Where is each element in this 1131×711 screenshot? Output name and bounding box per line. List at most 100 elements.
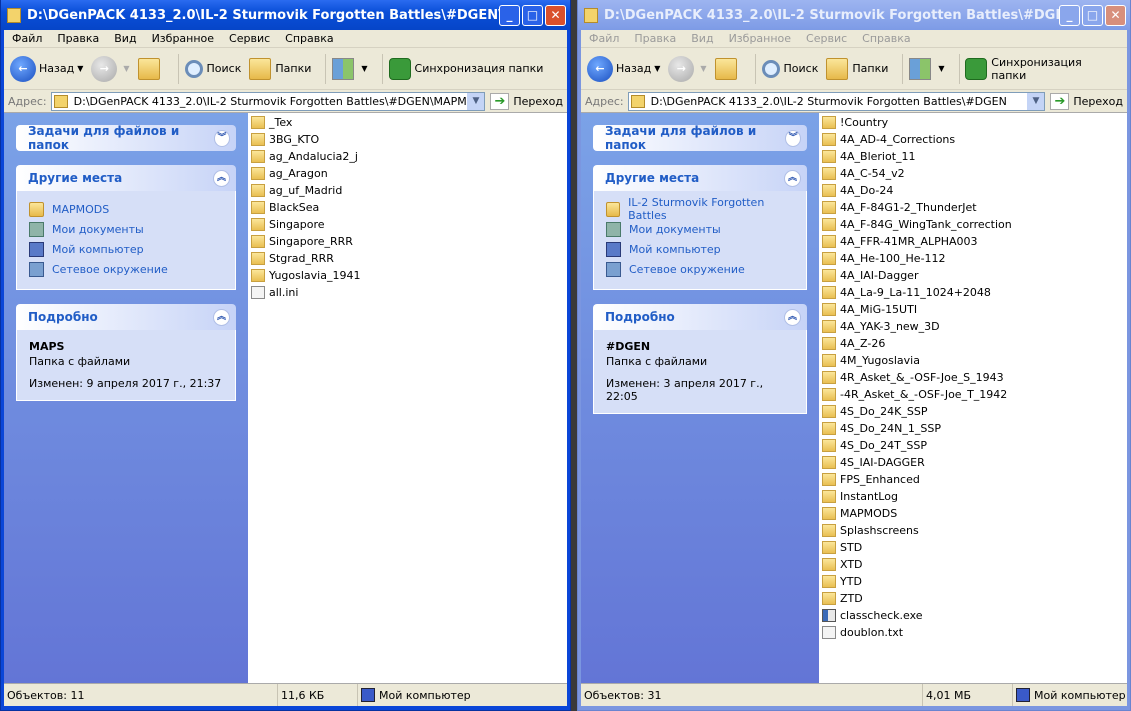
- file-list-item[interactable]: 4A_AD-4_Corrections: [819, 131, 1127, 148]
- other-place-link[interactable]: Мой компьютер: [29, 239, 223, 259]
- up-folder-button[interactable]: [137, 57, 164, 80]
- chevron-down-icon[interactable]: ▼: [1027, 92, 1045, 110]
- file-list-item[interactable]: 4S_Do_24K_SSP: [819, 403, 1127, 420]
- views-button[interactable]: ▼: [909, 57, 945, 80]
- file-list-item[interactable]: 4S_IAI-DAGGER: [819, 454, 1127, 471]
- menu-item[interactable]: Сервис: [229, 32, 270, 45]
- file-list-item[interactable]: MAPMODS: [819, 505, 1127, 522]
- file-list-item[interactable]: 4A_Do-24: [819, 182, 1127, 199]
- file-list-item[interactable]: 4M_Yugoslavia: [819, 352, 1127, 369]
- details-header[interactable]: Подробно ︽: [16, 304, 236, 330]
- go-button[interactable]: ➔ Переход: [1050, 92, 1123, 110]
- up-folder-button[interactable]: [714, 57, 741, 80]
- file-list-item[interactable]: -4R_Asket_&_-OSF-Joe_T_1942: [819, 386, 1127, 403]
- tasks-panel-header[interactable]: Задачи для файлов и папок ︾: [593, 124, 807, 152]
- file-list-item[interactable]: 4A_La-9_La-11_1024+2048: [819, 284, 1127, 301]
- other-places-header[interactable]: Другие места ︽: [16, 165, 236, 191]
- file-list-item[interactable]: 4A_F-84G_WingTank_correction: [819, 216, 1127, 233]
- views-button[interactable]: ▼: [332, 57, 368, 80]
- close-button[interactable]: ✕: [1105, 4, 1126, 26]
- menu-item[interactable]: Справка: [285, 32, 333, 45]
- folders-button[interactable]: Папки: [249, 57, 311, 80]
- minimize-button[interactable]: _: [1059, 4, 1080, 26]
- file-list-item[interactable]: 4A_C-54_v2: [819, 165, 1127, 182]
- file-list-item[interactable]: ag_uf_Madrid: [248, 182, 567, 199]
- other-place-link[interactable]: Сетевое окружение: [606, 259, 794, 279]
- file-list-item[interactable]: 4R_Asket_&_-OSF-Joe_S_1943: [819, 369, 1127, 386]
- menu-item[interactable]: Избранное: [729, 32, 791, 45]
- address-input[interactable]: D:\DGenPACK 4133_2.0\IL-2 Sturmovik Forg…: [627, 91, 1046, 111]
- expand-icon[interactable]: ︾: [213, 129, 230, 147]
- file-list-item[interactable]: 4S_Do_24T_SSP: [819, 437, 1127, 454]
- title-bar[interactable]: D:\DGenPACK 4133_2.0\IL-2 Sturmovik Forg…: [1, 0, 570, 30]
- collapse-icon[interactable]: ︽: [213, 169, 230, 187]
- chevron-down-icon[interactable]: ▼: [700, 64, 706, 73]
- menu-item[interactable]: Избранное: [152, 32, 214, 45]
- other-places-header[interactable]: Другие места ︽: [593, 165, 807, 191]
- file-list-item[interactable]: Singapore_RRR: [248, 233, 567, 250]
- minimize-button[interactable]: _: [499, 4, 520, 26]
- file-list-item[interactable]: !Country: [819, 114, 1127, 131]
- file-list-item[interactable]: 3BG_KTO: [248, 131, 567, 148]
- sync-folder-button[interactable]: Синхронизация папки: [388, 57, 543, 80]
- go-button[interactable]: ➔ Переход: [490, 92, 563, 110]
- file-list-item[interactable]: 4A_He-100_He-112: [819, 250, 1127, 267]
- file-list-item[interactable]: all.ini: [248, 284, 567, 301]
- file-list-item[interactable]: ag_Aragon: [248, 165, 567, 182]
- forward-button[interactable]: → ▼: [668, 55, 707, 82]
- tasks-panel-header[interactable]: Задачи для файлов и папок ︾: [16, 124, 236, 152]
- search-button[interactable]: Поиск: [184, 59, 241, 78]
- file-list-item[interactable]: 4A_FFR-41MR_ALPHA003: [819, 233, 1127, 250]
- details-header[interactable]: Подробно ︽: [593, 304, 807, 330]
- close-button[interactable]: ✕: [545, 4, 566, 26]
- maximize-button[interactable]: □: [522, 4, 543, 26]
- file-list-item[interactable]: Singapore: [248, 216, 567, 233]
- file-list-item[interactable]: XTD: [819, 556, 1127, 573]
- file-list-item[interactable]: Yugoslavia_1941: [248, 267, 567, 284]
- file-list[interactable]: !Country 4A_AD-4_Corrections 4A_Bleriot_11…: [819, 113, 1127, 683]
- address-input[interactable]: D:\DGenPACK 4133_2.0\IL-2 Sturmovik Forg…: [50, 91, 486, 111]
- chevron-down-icon[interactable]: ▼: [77, 64, 83, 73]
- file-list-item[interactable]: BlackSea: [248, 199, 567, 216]
- file-list-item[interactable]: 4A_F-84G1-2_ThunderJet: [819, 199, 1127, 216]
- file-list-item[interactable]: 4A_MiG-15UTI: [819, 301, 1127, 318]
- back-button[interactable]: ← Назад ▼: [587, 55, 660, 82]
- file-list-item[interactable]: ag_Andalucia2_j: [248, 148, 567, 165]
- file-list-item[interactable]: 4A_IAI-Dagger: [819, 267, 1127, 284]
- file-list-item[interactable]: InstantLog: [819, 488, 1127, 505]
- menu-item[interactable]: Файл: [12, 32, 42, 45]
- file-list-item[interactable]: Stgrad_RRR: [248, 250, 567, 267]
- file-list-item[interactable]: 4A_Z-26: [819, 335, 1127, 352]
- collapse-icon[interactable]: ︽: [784, 169, 801, 187]
- menu-item[interactable]: Вид: [691, 32, 713, 45]
- other-place-link[interactable]: Мои документы: [29, 219, 223, 239]
- collapse-icon[interactable]: ︽: [784, 308, 801, 326]
- file-list-item[interactable]: Splashscreens: [819, 522, 1127, 539]
- menu-item[interactable]: Файл: [589, 32, 619, 45]
- title-bar[interactable]: D:\DGenPACK 4133_2.0\IL-2 Sturmovik Forg…: [578, 0, 1130, 30]
- file-list[interactable]: _Tex 3BG_KTO ag_Andalucia2_j ag_Aragon ag_uf…: [248, 113, 567, 683]
- file-list-item[interactable]: 4S_Do_24N_1_SSP: [819, 420, 1127, 437]
- menu-item[interactable]: Вид: [114, 32, 136, 45]
- chevron-down-icon[interactable]: ▼: [654, 64, 660, 73]
- file-list-item[interactable]: YTD: [819, 573, 1127, 590]
- file-list-item[interactable]: _Tex: [248, 114, 567, 131]
- file-list-item[interactable]: FPS_Enhanced: [819, 471, 1127, 488]
- other-place-link[interactable]: Сетевое окружение: [29, 259, 223, 279]
- menu-item[interactable]: Справка: [862, 32, 910, 45]
- file-list-item[interactable]: ZTD: [819, 590, 1127, 607]
- collapse-icon[interactable]: ︽: [213, 308, 230, 326]
- folders-button[interactable]: Папки: [826, 57, 888, 80]
- file-list-item[interactable]: STD: [819, 539, 1127, 556]
- menu-item[interactable]: Правка: [634, 32, 676, 45]
- expand-icon[interactable]: ︾: [785, 129, 801, 147]
- forward-button[interactable]: → ▼: [91, 55, 130, 82]
- other-place-link[interactable]: Мой компьютер: [606, 239, 794, 259]
- other-place-link[interactable]: Мои документы: [606, 219, 794, 239]
- other-place-link[interactable]: IL-2 Sturmovik Forgotten Battles: [606, 196, 794, 222]
- maximize-button[interactable]: □: [1082, 4, 1103, 26]
- sync-folder-button[interactable]: Синхронизация папки: [965, 56, 1119, 82]
- chevron-down-icon[interactable]: ▼: [123, 64, 129, 73]
- menu-item[interactable]: Сервис: [806, 32, 847, 45]
- chevron-down-icon[interactable]: ▼: [467, 92, 485, 110]
